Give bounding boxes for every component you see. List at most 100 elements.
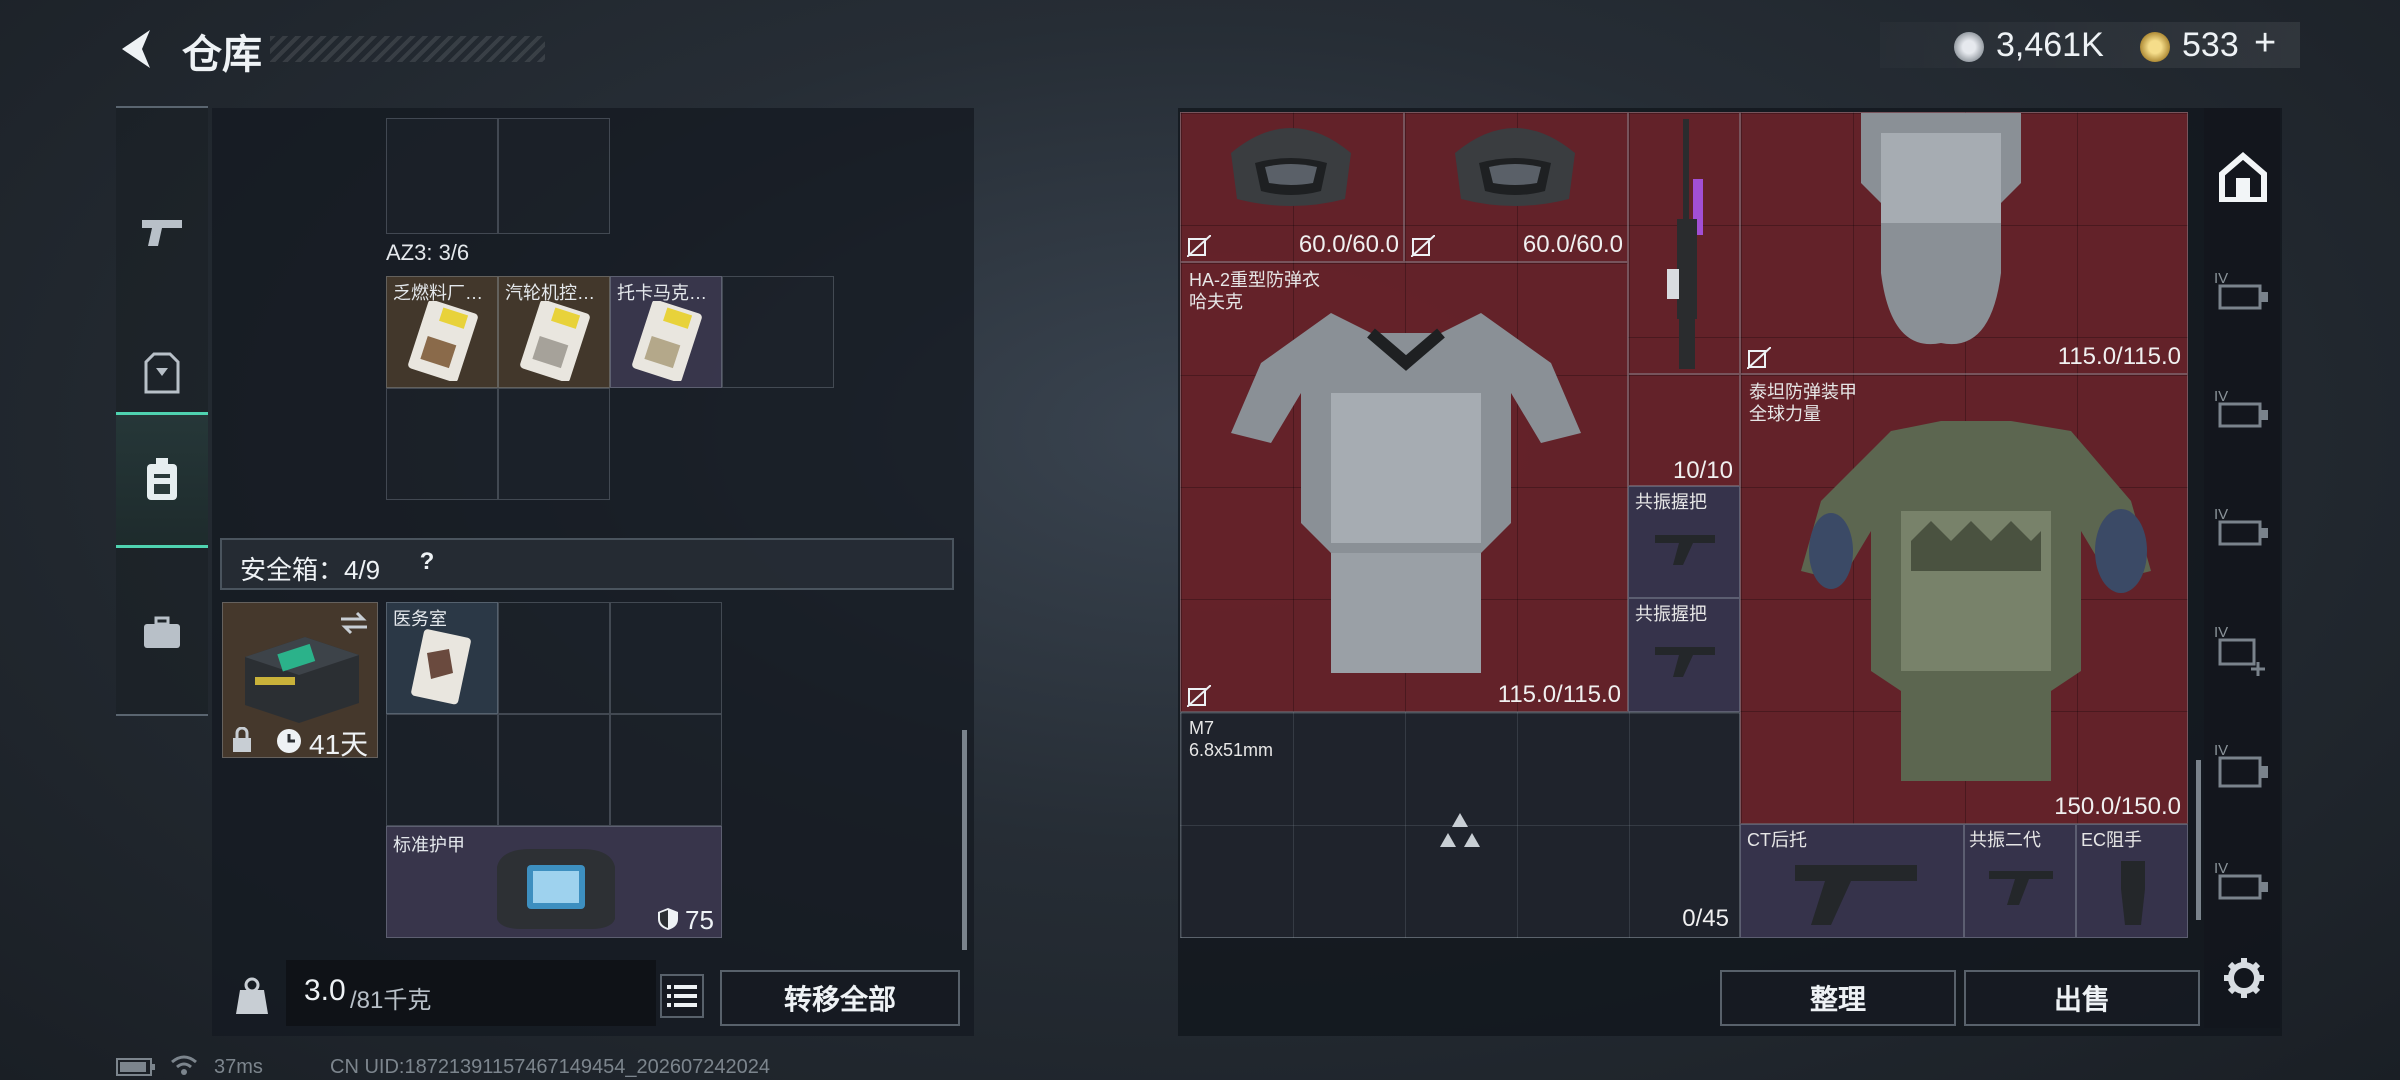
grid-cell[interactable]	[498, 714, 610, 826]
durability-label: 60.0/60.0	[1298, 231, 1399, 258]
transfer-all-button[interactable]: 转移全部	[720, 970, 960, 1026]
weight-current: 3.0	[304, 974, 346, 1007]
gold-currency-amount: 533	[2182, 26, 2239, 64]
list-item[interactable]: 60.0/60.0	[1180, 112, 1404, 262]
grid-cell[interactable]	[386, 388, 498, 500]
page-title: 仓库	[182, 33, 262, 77]
durability-label: 115.0/115.0	[2057, 343, 2181, 370]
list-item[interactable]: 泰坦防弹装甲 全球力量 150.0/150.0	[1740, 374, 2188, 824]
category-rail	[116, 106, 208, 716]
ammo-logo-icon	[1440, 813, 1480, 847]
titan-armor-icon	[1801, 421, 2151, 781]
list-view-button[interactable]	[660, 974, 704, 1018]
stash-home-tab[interactable]	[2218, 152, 2268, 203]
durability-label: 60.0/60.0	[1522, 231, 1623, 258]
grid-cell[interactable]	[610, 602, 722, 714]
category-backpack[interactable]	[116, 412, 208, 548]
list-item[interactable]: HA-2重型防弹衣 哈夫克 115.0/115.0	[1180, 262, 1628, 712]
list-item[interactable]: 共振二代	[1964, 824, 2076, 938]
safebox-item[interactable]: 41天	[222, 602, 378, 760]
item-name: 共振握把	[1635, 604, 1707, 624]
grid-cell[interactable]	[386, 118, 498, 234]
list-item[interactable]: 115.0/115.0	[1740, 112, 2188, 374]
back-button[interactable]	[112, 24, 162, 74]
right-scrollbar[interactable]	[2196, 760, 2201, 920]
item-name: 共振握把	[1635, 492, 1707, 512]
list-item[interactable]: 10/10	[1628, 374, 1740, 486]
back-arrow-icon	[122, 30, 150, 68]
stash-tab-icon[interactable]	[2218, 282, 2270, 312]
list-item[interactable]: 共振握把	[1628, 598, 1740, 712]
battery-icon	[116, 1058, 155, 1076]
stash-tab-icon[interactable]	[2218, 754, 2270, 790]
safebox-header: 安全箱：4/9 ?	[220, 538, 954, 590]
grip-icon	[1655, 647, 1715, 677]
list-item[interactable]: 标准护甲 75	[386, 826, 722, 938]
list-item[interactable]: EC阻手	[2076, 824, 2188, 938]
armor-value: 75	[685, 905, 714, 935]
list-item[interactable]: 共振握把	[1628, 486, 1740, 598]
armor-icon	[144, 352, 180, 394]
no-insure-icon	[1747, 347, 1771, 369]
safebox-label: 安全箱：4/9	[240, 555, 381, 585]
safebox-case-icon	[245, 637, 359, 723]
list-item[interactable]	[1628, 112, 1740, 374]
grid-cell[interactable]	[610, 714, 722, 826]
heavy-armor-icon	[1231, 313, 1581, 673]
stash-tab-icon[interactable]	[2218, 400, 2270, 430]
grid-cell[interactable]	[498, 388, 610, 500]
list-item[interactable]: 托卡马克…	[610, 276, 722, 388]
category-weapons[interactable]	[116, 168, 208, 298]
title-decoration	[270, 36, 545, 62]
item-name: 共振二代	[1969, 830, 2041, 850]
grip-icon	[1655, 535, 1715, 565]
ping-text: 37ms	[214, 1056, 263, 1078]
weapon-count: 10/10	[1672, 457, 1733, 484]
list-item[interactable]: 医务室	[386, 602, 498, 714]
gear-icon	[2224, 958, 2264, 998]
list-item[interactable]: 60.0/60.0	[1404, 112, 1628, 262]
help-icon[interactable]: ?	[412, 548, 442, 578]
add-currency-button[interactable]: +	[2254, 22, 2276, 65]
no-insure-icon	[1187, 235, 1211, 257]
lock-icon	[233, 727, 251, 752]
ammo-name: M7	[1189, 718, 1215, 738]
helmet-icon	[1455, 128, 1575, 206]
silver-currency-amount: 3,461K	[1996, 26, 2104, 64]
category-case[interactable]	[116, 568, 208, 698]
weight-icon	[236, 977, 268, 1014]
grid-cell[interactable]	[498, 118, 610, 234]
clock-icon	[277, 729, 301, 753]
grid-cell[interactable]	[386, 714, 498, 826]
shield-icon	[658, 908, 678, 930]
settings-button[interactable]	[2222, 956, 2266, 1000]
list-item[interactable]: 乏燃料厂…	[386, 276, 498, 388]
safebox-days-remaining: 41天	[309, 729, 369, 760]
uid-text: CN UID:18721391157467149454_202607242024	[330, 1056, 771, 1078]
backpack-icon	[147, 458, 177, 500]
list-icon	[667, 985, 697, 1007]
stash-tab-icon[interactable]	[2218, 518, 2270, 548]
item-name: CT后托	[1747, 830, 1807, 850]
stash-tab-icon[interactable]	[2218, 872, 2270, 902]
add-stash-tab-icon[interactable]	[2218, 636, 2270, 676]
sell-button[interactable]: 出售	[1964, 970, 2200, 1026]
medical-keycard-icon	[411, 629, 471, 705]
grid-cell[interactable]	[498, 602, 610, 714]
durability-label: 150.0/150.0	[2054, 793, 2181, 820]
keycard-icon	[520, 301, 590, 381]
swap-icon[interactable]	[339, 611, 369, 635]
left-scrollbar[interactable]	[962, 730, 967, 950]
list-item[interactable]: M7 6.8x51mm 0/45	[1180, 712, 1740, 938]
stock-icon	[1795, 865, 1917, 925]
sort-button[interactable]: 整理	[1720, 970, 1956, 1026]
handstop-icon	[2121, 861, 2145, 925]
ammo-caliber: 6.8x51mm	[1189, 740, 1274, 760]
grip-icon	[1989, 871, 2053, 905]
item-name: EC阻手	[2081, 830, 2143, 850]
keycard-icon	[632, 301, 702, 381]
list-item[interactable]: CT后托	[1740, 824, 1964, 938]
list-item[interactable]: 汽轮机控…	[498, 276, 610, 388]
helmet-icon	[1231, 128, 1351, 206]
grid-cell[interactable]	[722, 276, 834, 388]
